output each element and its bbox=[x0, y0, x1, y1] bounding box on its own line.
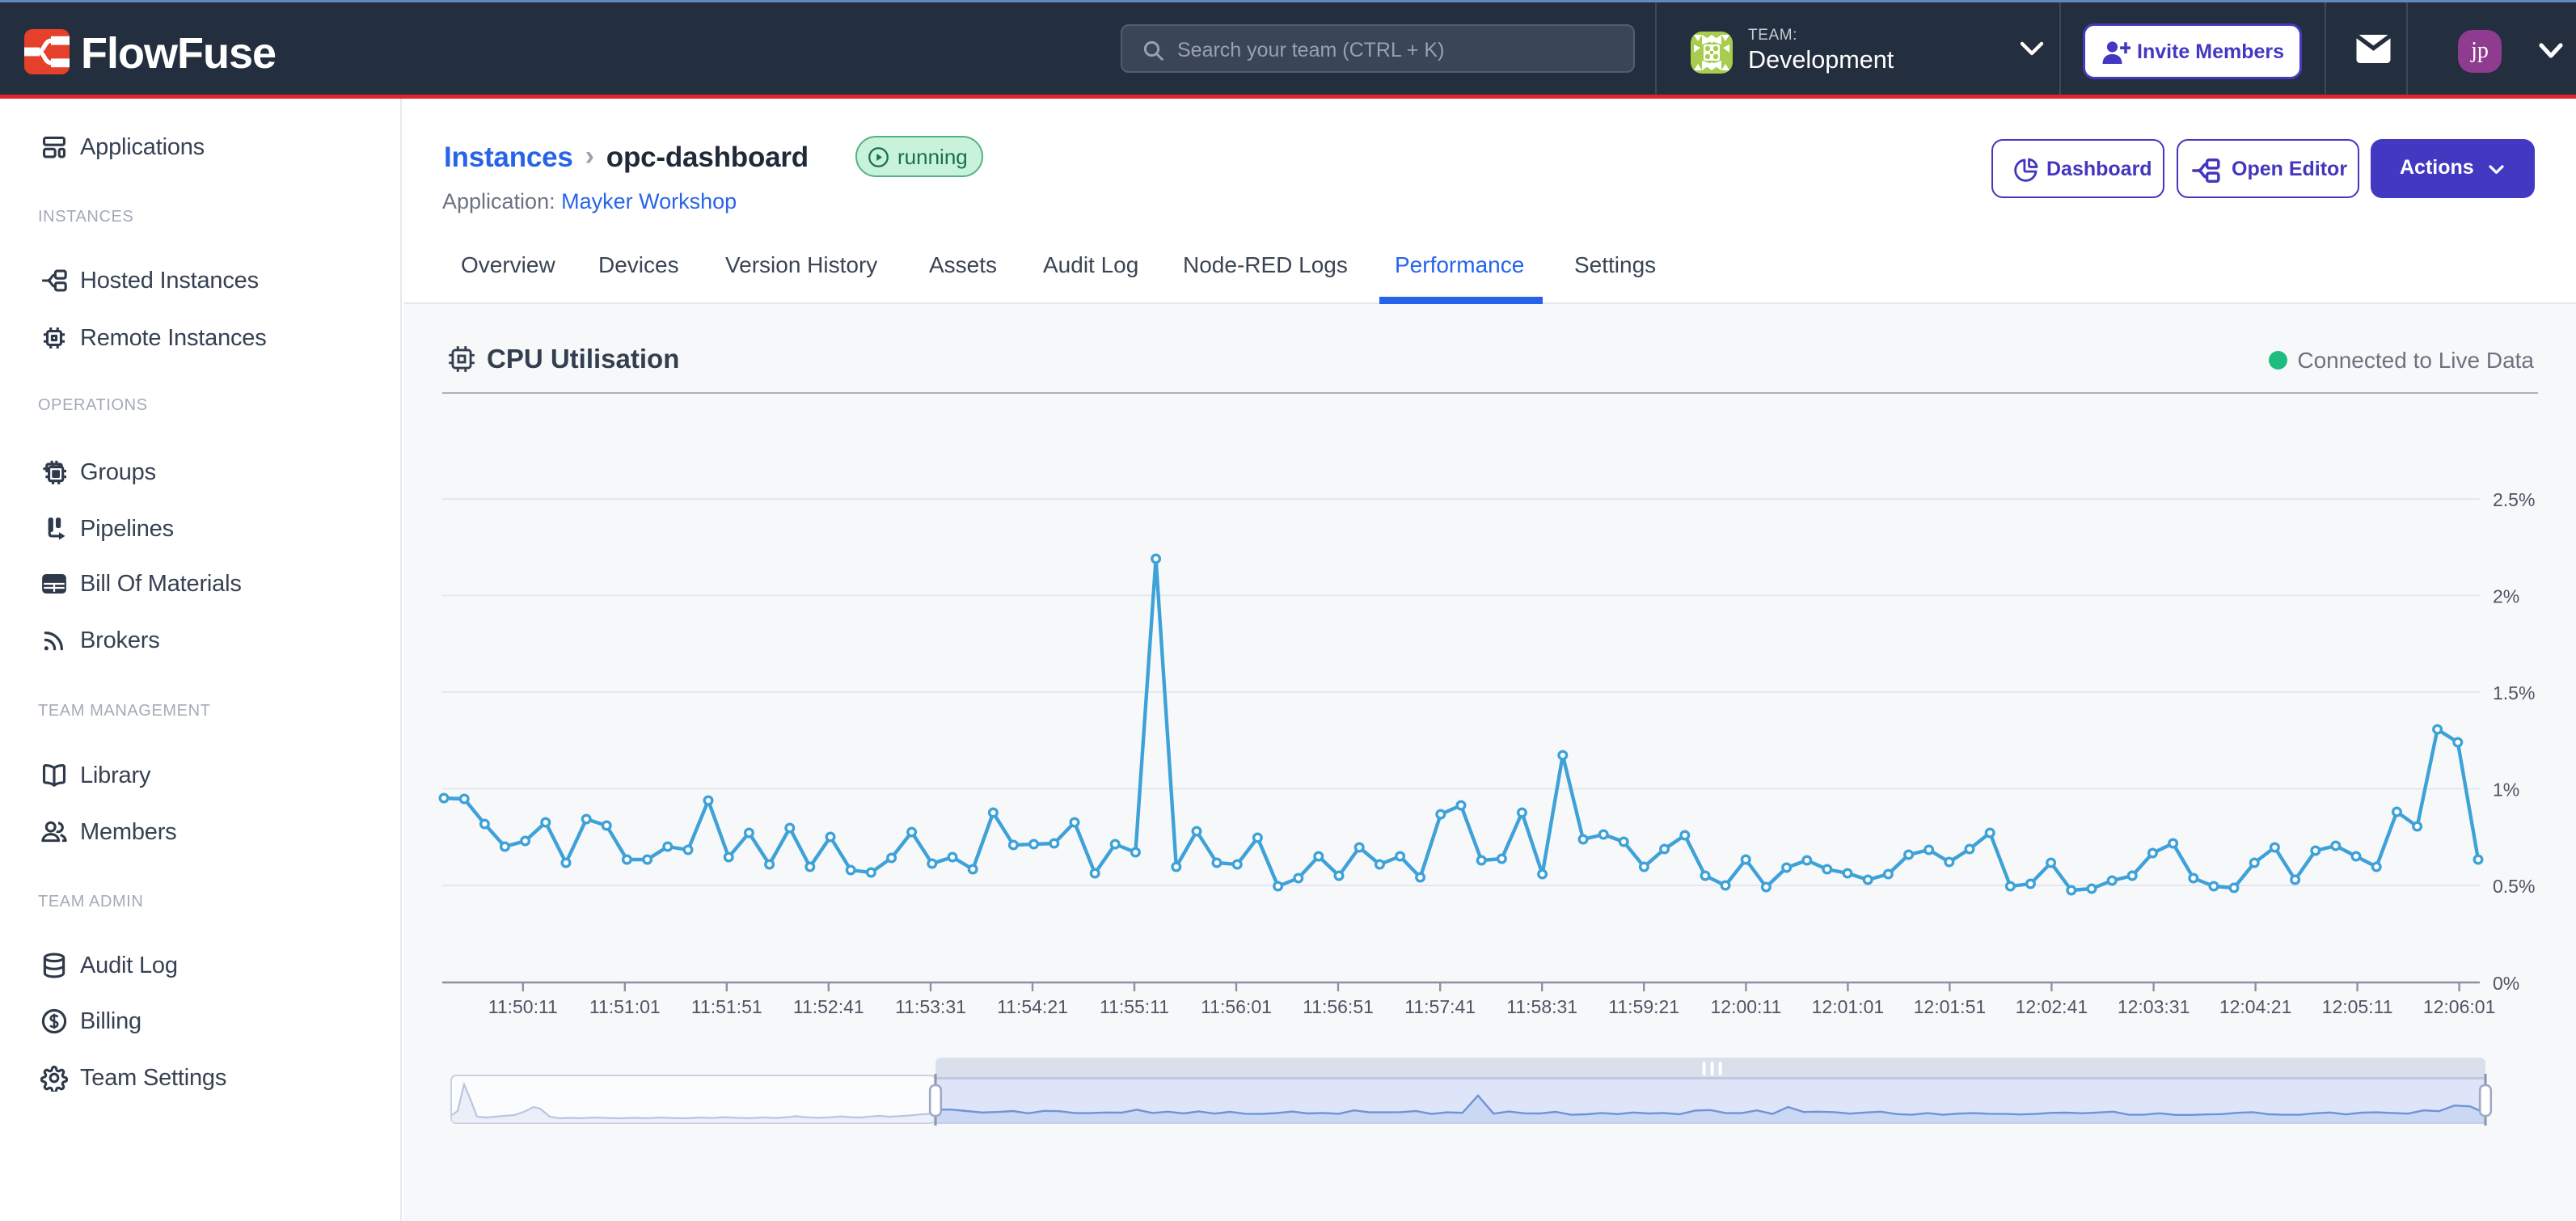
svg-text:11:56:01: 11:56:01 bbox=[1201, 996, 1272, 1017]
svg-text:12:01:01: 12:01:01 bbox=[1812, 996, 1885, 1017]
svg-text:12:02:41: 12:02:41 bbox=[2016, 996, 2088, 1017]
svg-text:11:54:21: 11:54:21 bbox=[997, 996, 1068, 1017]
svg-text:12:01:51: 12:01:51 bbox=[1914, 996, 1987, 1017]
svg-text:0%: 0% bbox=[2493, 973, 2519, 994]
svg-text:12:00:11: 12:00:11 bbox=[1710, 996, 1781, 1017]
svg-text:11:51:01: 11:51:01 bbox=[589, 996, 661, 1017]
svg-text:11:56:51: 11:56:51 bbox=[1303, 996, 1374, 1017]
svg-text:11:50:11: 11:50:11 bbox=[488, 996, 558, 1017]
svg-text:11:57:41: 11:57:41 bbox=[1404, 996, 1476, 1017]
svg-text:12:04:21: 12:04:21 bbox=[2219, 996, 2292, 1017]
svg-text:2.5%: 2.5% bbox=[2493, 489, 2535, 510]
svg-text:11:59:21: 11:59:21 bbox=[1608, 996, 1679, 1017]
svg-text:11:51:51: 11:51:51 bbox=[691, 996, 762, 1017]
svg-text:1.5%: 1.5% bbox=[2493, 682, 2535, 703]
svg-text:2%: 2% bbox=[2493, 586, 2519, 607]
svg-text:12:05:11: 12:05:11 bbox=[2322, 996, 2393, 1017]
svg-text:1%: 1% bbox=[2493, 779, 2519, 801]
svg-text:12:06:01: 12:06:01 bbox=[2423, 996, 2496, 1017]
svg-text:11:55:11: 11:55:11 bbox=[1100, 996, 1169, 1017]
svg-text:11:53:31: 11:53:31 bbox=[895, 996, 966, 1017]
svg-text:12:03:31: 12:03:31 bbox=[2118, 996, 2190, 1017]
svg-text:11:52:41: 11:52:41 bbox=[793, 996, 864, 1017]
svg-text:0.5%: 0.5% bbox=[2493, 876, 2535, 897]
svg-text:11:58:31: 11:58:31 bbox=[1506, 996, 1577, 1017]
